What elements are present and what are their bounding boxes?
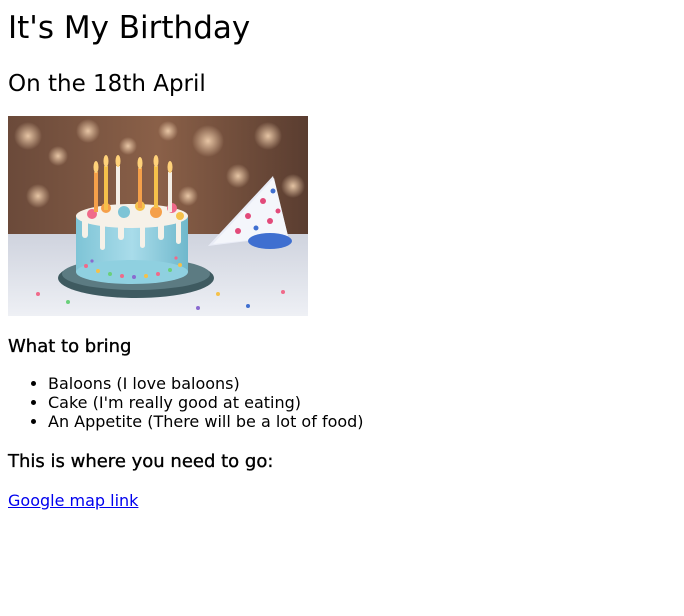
page-content: It's My Birthday On the 18th April What … bbox=[8, 0, 676, 510]
list-item: Cake (I'm really good at eating) bbox=[48, 393, 676, 412]
list-item: An Appetite (There will be a lot of food… bbox=[48, 412, 676, 431]
list-item: Baloons (I love baloons) bbox=[48, 374, 676, 393]
directions-heading: This is where you need to go: bbox=[8, 451, 274, 472]
page-title: It's My Birthday bbox=[8, 10, 251, 46]
page-subtitle: On the 18th April bbox=[8, 71, 206, 97]
birthday-cake-image bbox=[8, 116, 308, 316]
bring-heading: What to bring bbox=[8, 336, 132, 357]
bring-list: Baloons (I love baloons) Cake (I'm reall… bbox=[8, 374, 676, 431]
google-map-link[interactable]: Google map link bbox=[8, 491, 138, 510]
